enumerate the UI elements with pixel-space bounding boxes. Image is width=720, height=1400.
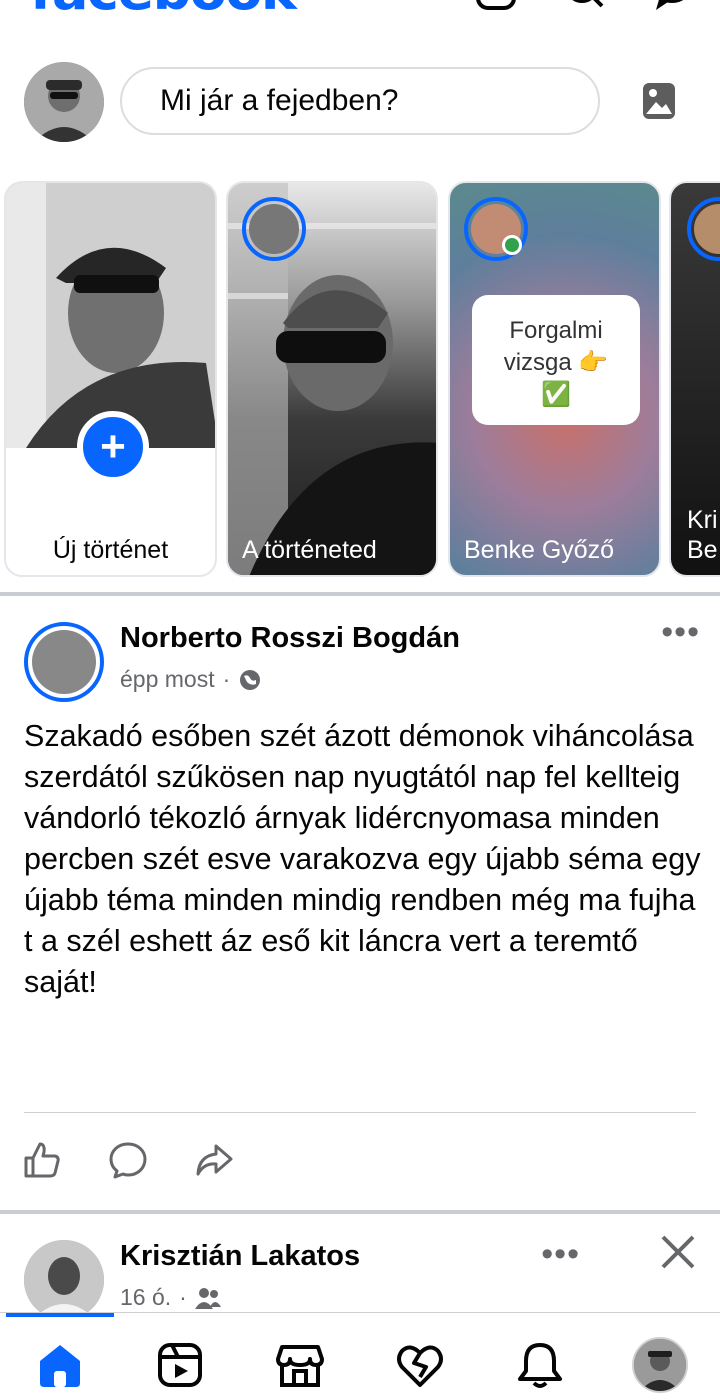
post-divider xyxy=(24,1112,696,1113)
facebook-feed: facebook Mi xyxy=(0,0,720,1400)
sticker-line: vizsga 👉 xyxy=(503,349,609,376)
friends-icon xyxy=(194,1287,221,1309)
globe-icon xyxy=(240,669,261,690)
marketplace-icon[interactable] xyxy=(276,1341,324,1389)
profile-avatar[interactable] xyxy=(632,1337,688,1393)
search-icon[interactable] xyxy=(562,0,606,16)
post-author-avatar[interactable] xyxy=(24,622,104,702)
status-input[interactable]: Mi jár a fejedben? xyxy=(120,67,600,135)
share-icon[interactable] xyxy=(194,1140,234,1180)
close-icon[interactable] xyxy=(660,1234,696,1270)
add-story-button[interactable]: + xyxy=(77,411,149,483)
dating-icon[interactable] xyxy=(396,1341,444,1389)
post-meta: épp most · xyxy=(120,666,262,693)
post-author-avatar[interactable] xyxy=(24,1240,104,1320)
meta-separator: · xyxy=(222,666,231,692)
create-story-card[interactable]: + Új történet xyxy=(4,181,217,577)
active-tab-indicator xyxy=(6,1313,114,1317)
facebook-logo[interactable]: facebook xyxy=(30,0,297,18)
feed-separator xyxy=(0,592,720,596)
bottom-navigation xyxy=(0,1312,720,1400)
story-name: Benke Győző xyxy=(464,536,615,564)
post-author-name[interactable]: Norberto Rosszi Bogdán xyxy=(120,622,460,655)
sticker-line: Forgalmi xyxy=(509,317,603,344)
feed-separator xyxy=(0,1210,720,1214)
post-more-button[interactable]: ••• xyxy=(541,1237,580,1271)
post-actions xyxy=(22,1140,234,1180)
messenger-icon[interactable] xyxy=(650,0,694,16)
story-name: Kri Be xyxy=(687,506,718,564)
text-sticker: Forgalmi vizsga 👉 ✅ xyxy=(472,295,640,425)
notifications-icon[interactable] xyxy=(516,1341,564,1389)
post-body: Szakadó esőben szét ázott démonok vihánc… xyxy=(24,719,701,999)
add-icon[interactable] xyxy=(474,0,518,16)
stories-tray: + Új történet A történeted Forgalmi vizs… xyxy=(0,181,720,577)
create-story-label: Új történet xyxy=(52,536,169,564)
create-story-photo xyxy=(6,183,215,448)
comment-icon[interactable] xyxy=(108,1140,148,1180)
story-card-next[interactable]: Kri Be xyxy=(669,181,720,577)
top-bar: facebook xyxy=(0,0,720,18)
feed-post: Krisztián Lakatos 16 ó. · ••• xyxy=(0,1218,720,1320)
post-time[interactable]: épp most xyxy=(120,666,215,693)
story-card-benke[interactable]: Forgalmi vizsga 👉 ✅ Benke Győző xyxy=(448,181,661,577)
like-icon[interactable] xyxy=(22,1140,62,1180)
online-status-dot xyxy=(502,235,522,255)
home-icon[interactable] xyxy=(36,1341,84,1389)
sticker-line: ✅ xyxy=(541,381,571,408)
photo-icon[interactable] xyxy=(638,80,680,122)
story-card-own[interactable]: A történeted xyxy=(226,181,438,577)
post-more-button[interactable]: ••• xyxy=(661,615,700,649)
story-avatar-ring xyxy=(687,197,720,261)
post-time[interactable]: 16 ó. xyxy=(120,1284,171,1311)
post-author-name[interactable]: Krisztián Lakatos xyxy=(120,1240,360,1273)
user-avatar[interactable] xyxy=(24,62,104,142)
meta-separator: · xyxy=(179,1284,187,1310)
story-avatar-ring xyxy=(242,197,306,261)
story-name: A történeted xyxy=(242,536,377,564)
video-icon[interactable] xyxy=(156,1341,204,1389)
post-composer: Mi jár a fejedben? xyxy=(0,58,720,144)
header-icons xyxy=(474,0,694,16)
post-meta: 16 ó. · xyxy=(120,1284,221,1311)
